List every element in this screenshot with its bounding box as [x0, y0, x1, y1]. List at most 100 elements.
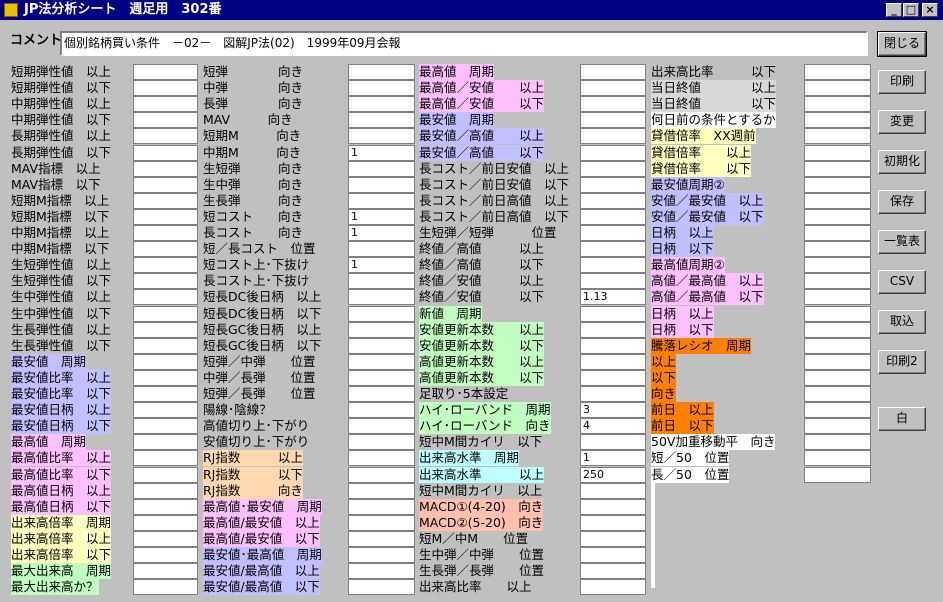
condition-value-field[interactable] — [804, 467, 871, 483]
condition-value-field[interactable] — [133, 306, 198, 322]
condition-value-field[interactable] — [804, 209, 871, 225]
condition-value-field[interactable] — [804, 112, 871, 128]
condition-value-field[interactable] — [580, 209, 646, 225]
condition-value-field[interactable]: 1 — [348, 145, 415, 161]
condition-value-field[interactable] — [348, 161, 415, 177]
comment-field[interactable]: 個別銘柄買い条件 －02－ 図解JP法(02) 1999年09月会報 — [60, 31, 868, 56]
condition-value-field[interactable] — [348, 499, 415, 515]
print2-button[interactable]: 印刷2 — [878, 350, 926, 374]
condition-value-field[interactable] — [133, 386, 198, 402]
condition-value-field[interactable] — [580, 338, 646, 354]
condition-value-field[interactable] — [348, 273, 415, 289]
condition-value-field[interactable] — [580, 531, 646, 547]
condition-value-field[interactable] — [133, 289, 198, 305]
condition-value-field[interactable] — [804, 289, 871, 305]
condition-value-field[interactable] — [348, 80, 415, 96]
condition-value-field[interactable] — [580, 80, 646, 96]
condition-value-field[interactable] — [133, 322, 198, 338]
save-button[interactable]: 保存 — [878, 190, 926, 214]
condition-value-field[interactable] — [133, 499, 198, 515]
white-button[interactable]: 白 — [878, 407, 926, 431]
list-button[interactable]: 一覧表 — [878, 230, 926, 254]
condition-value-field[interactable] — [348, 547, 415, 563]
condition-value-field[interactable] — [348, 483, 415, 499]
condition-value-field[interactable] — [348, 467, 415, 483]
condition-value-field[interactable] — [804, 418, 871, 434]
condition-value-field[interactable] — [804, 386, 871, 402]
condition-value-field[interactable] — [133, 112, 198, 128]
condition-value-field[interactable] — [804, 225, 871, 241]
condition-value-field[interactable] — [133, 161, 198, 177]
condition-value-field[interactable] — [580, 563, 646, 579]
condition-value-field[interactable] — [133, 64, 198, 80]
condition-value-field[interactable] — [348, 434, 415, 450]
change-button[interactable]: 変更 — [878, 110, 926, 134]
condition-value-field[interactable] — [580, 161, 646, 177]
title-bar[interactable]: JP法分析シート 週足用 302番 _ □ × — [0, 0, 943, 20]
condition-value-field[interactable] — [804, 64, 871, 80]
condition-value-field[interactable] — [133, 338, 198, 354]
condition-value-field[interactable] — [133, 80, 198, 96]
condition-value-field[interactable] — [580, 128, 646, 144]
maximize-button[interactable]: □ — [903, 3, 919, 17]
condition-value-field[interactable] — [348, 241, 415, 257]
condition-value-field[interactable] — [580, 306, 646, 322]
condition-value-field[interactable] — [348, 64, 415, 80]
csv-button[interactable]: CSV — [878, 270, 926, 294]
condition-value-field[interactable] — [580, 225, 646, 241]
condition-value-field[interactable] — [804, 177, 871, 193]
condition-value-field[interactable] — [580, 483, 646, 499]
condition-value-field[interactable] — [133, 241, 198, 257]
condition-value-field[interactable] — [804, 370, 871, 386]
condition-value-field[interactable] — [804, 193, 871, 209]
condition-value-field[interactable] — [580, 64, 646, 80]
condition-value-field[interactable] — [804, 161, 871, 177]
condition-value-field[interactable] — [580, 579, 646, 595]
initialize-button[interactable]: 初期化 — [878, 150, 926, 174]
condition-value-field[interactable] — [133, 563, 198, 579]
condition-value-field[interactable] — [133, 483, 198, 499]
condition-value-field[interactable]: 1 — [348, 209, 415, 225]
condition-value-field[interactable] — [133, 177, 198, 193]
condition-value-field[interactable] — [348, 338, 415, 354]
close-sheet-button[interactable]: 閉じる — [877, 31, 927, 57]
condition-value-field[interactable] — [133, 273, 198, 289]
condition-value-field[interactable] — [348, 322, 415, 338]
condition-value-field[interactable] — [348, 354, 415, 370]
condition-value-field[interactable] — [580, 273, 646, 289]
condition-value-field[interactable] — [133, 209, 198, 225]
condition-value-field[interactable]: 1 — [348, 257, 415, 273]
condition-value-field[interactable] — [348, 563, 415, 579]
condition-value-field[interactable] — [804, 322, 871, 338]
condition-value-field[interactable] — [804, 354, 871, 370]
condition-value-field[interactable] — [133, 128, 198, 144]
condition-value-field[interactable] — [580, 386, 646, 402]
condition-value-field[interactable] — [133, 531, 198, 547]
import-button[interactable]: 取込 — [878, 310, 926, 334]
condition-value-field[interactable] — [580, 515, 646, 531]
condition-value-field[interactable] — [804, 145, 871, 161]
condition-value-field[interactable] — [133, 515, 198, 531]
minimize-button[interactable]: _ — [886, 3, 902, 17]
condition-value-field[interactable] — [580, 145, 646, 161]
condition-value-field[interactable] — [348, 177, 415, 193]
condition-value-field[interactable] — [348, 112, 415, 128]
condition-value-field[interactable]: 250 — [580, 467, 646, 483]
condition-value-field[interactable] — [133, 579, 198, 595]
condition-value-field[interactable] — [133, 96, 198, 112]
condition-value-field[interactable] — [804, 241, 871, 257]
condition-value-field[interactable] — [348, 96, 415, 112]
condition-value-field[interactable] — [348, 128, 415, 144]
condition-value-field[interactable] — [348, 289, 415, 305]
condition-value-field[interactable] — [580, 370, 646, 386]
condition-value-field[interactable] — [133, 434, 198, 450]
condition-value-field[interactable] — [133, 257, 198, 273]
condition-value-field[interactable] — [133, 225, 198, 241]
condition-value-field[interactable] — [804, 257, 871, 273]
condition-value-field[interactable]: 1 — [580, 450, 646, 466]
condition-value-field[interactable] — [133, 450, 198, 466]
condition-value-field[interactable]: 4 — [580, 418, 646, 434]
condition-value-field[interactable] — [348, 386, 415, 402]
condition-value-field[interactable] — [804, 402, 871, 418]
condition-value-field[interactable] — [580, 241, 646, 257]
